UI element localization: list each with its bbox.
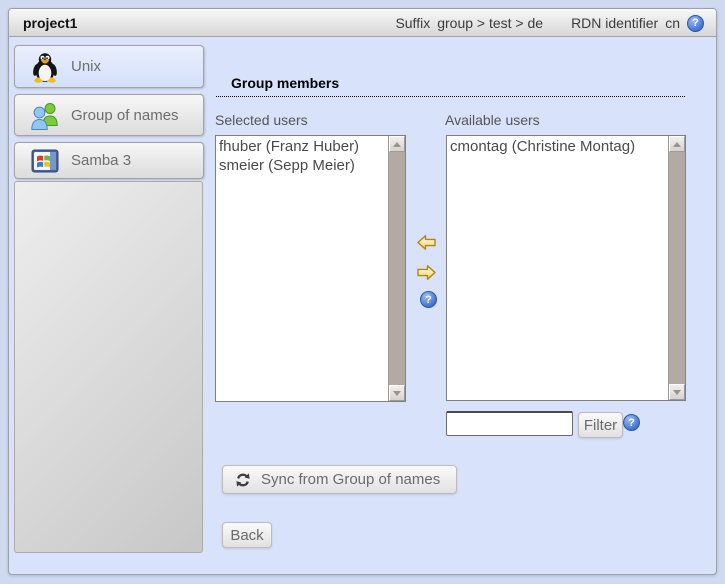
list-item[interactable]: smeier (Sepp Meier) xyxy=(219,156,388,175)
sync-icon xyxy=(235,472,251,488)
available-users-items: cmontag (Christine Montag) xyxy=(447,136,668,400)
filter-button[interactable]: Filter xyxy=(578,412,623,438)
sidebar-background xyxy=(14,181,203,553)
sync-button[interactable]: Sync from Group of names xyxy=(222,465,457,494)
selected-users-items: fhuber (Franz Huber)smeier (Sepp Meier) xyxy=(216,136,388,401)
scroll-up-icon[interactable] xyxy=(389,136,405,152)
account-edit-window: project1 Suffix group > test > de RDN id… xyxy=(8,8,717,575)
available-users-label: Available users xyxy=(445,112,540,128)
suffix-value: group > test > de xyxy=(437,15,543,31)
scroll-down-icon[interactable] xyxy=(389,385,405,401)
suffix-label: Suffix xyxy=(395,15,430,31)
rdn-label: RDN identifier xyxy=(571,15,658,31)
selected-users-listbox[interactable]: fhuber (Franz Huber)smeier (Sepp Meier) xyxy=(215,135,406,402)
group-icon xyxy=(29,99,61,131)
scrollbar[interactable] xyxy=(668,136,685,400)
sidebar-item-label: Unix xyxy=(71,58,101,75)
titlebar: project1 Suffix group > test > de RDN id… xyxy=(9,9,716,37)
filter-help-icon[interactable]: ? xyxy=(623,414,640,431)
list-item[interactable]: fhuber (Franz Huber) xyxy=(219,137,388,156)
sidebar-item-samba3[interactable]: Samba 3 xyxy=(14,142,204,179)
available-users-listbox[interactable]: cmontag (Christine Montag) xyxy=(446,135,686,401)
sidebar-item-label: Samba 3 xyxy=(71,152,131,169)
rdn-help-icon[interactable]: ? xyxy=(687,15,704,32)
sidebar-item-label: Group of names xyxy=(71,107,179,124)
filter-input[interactable] xyxy=(446,411,573,436)
sync-button-label: Sync from Group of names xyxy=(261,471,440,488)
list-item[interactable]: cmontag (Christine Montag) xyxy=(450,137,668,156)
back-button[interactable]: Back xyxy=(222,522,272,548)
tux-icon xyxy=(29,51,61,83)
sidebar-item-group-of-names[interactable]: Group of names xyxy=(14,94,204,136)
selected-users-label: Selected users xyxy=(215,112,308,128)
page-title: project1 xyxy=(23,15,77,31)
move-left-arrow-icon[interactable] xyxy=(416,233,437,252)
rdn-value: cn xyxy=(665,15,680,31)
scroll-up-icon[interactable] xyxy=(669,136,685,152)
sidebar-item-unix[interactable]: Unix xyxy=(14,45,204,88)
windows-icon xyxy=(29,145,61,177)
section-title: Group members xyxy=(216,75,685,97)
move-right-arrow-icon[interactable] xyxy=(416,263,437,282)
scroll-down-icon[interactable] xyxy=(669,384,685,400)
members-help-icon[interactable]: ? xyxy=(420,291,437,308)
scrollbar[interactable] xyxy=(388,136,405,401)
